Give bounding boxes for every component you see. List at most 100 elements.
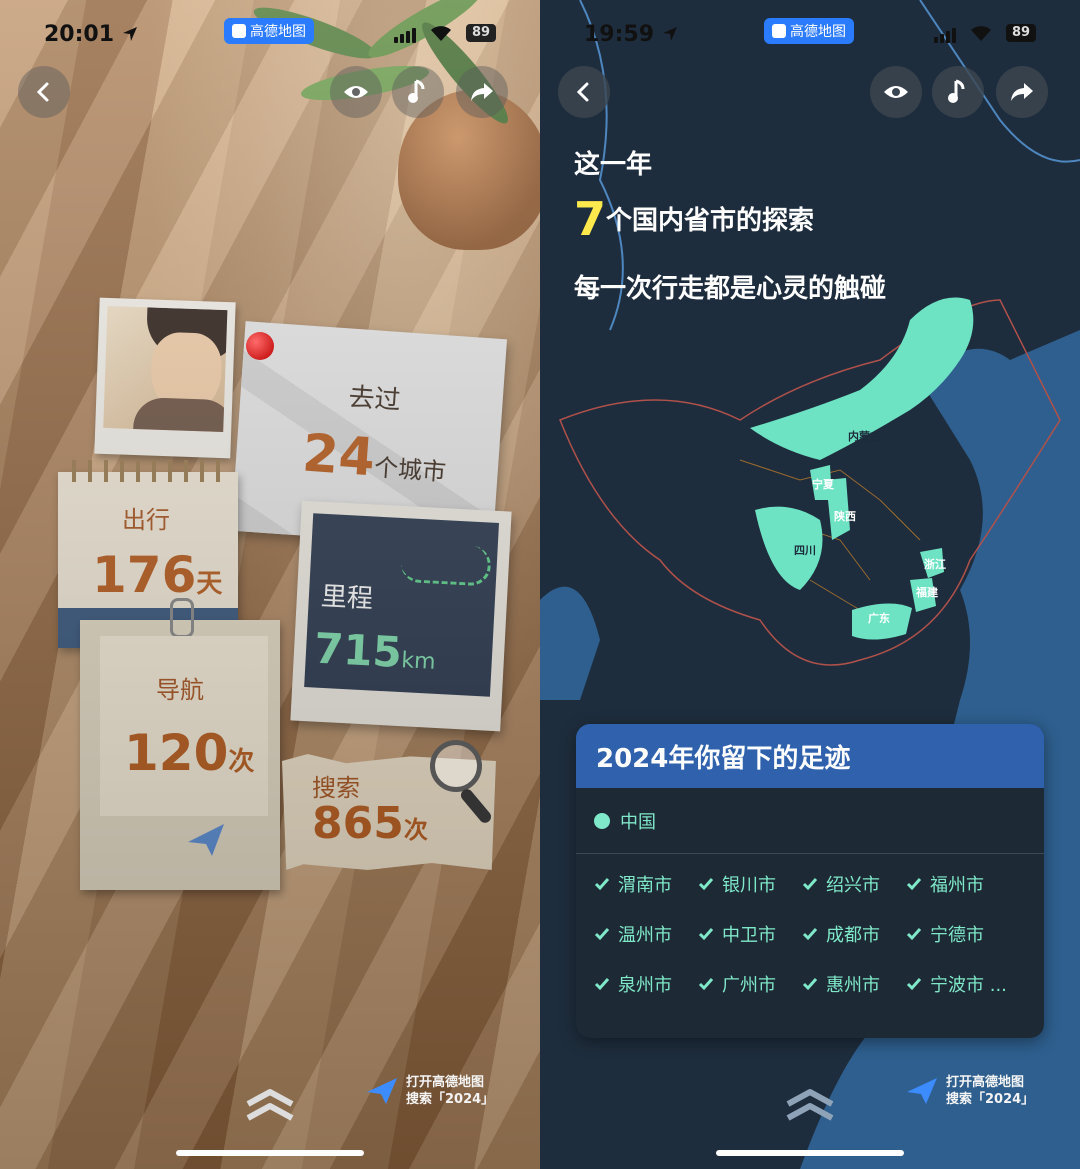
- nav-card-inner: 导航 120次: [100, 636, 268, 816]
- mileage-map: 里程 715km: [304, 513, 500, 697]
- map-label-zhejiang: 浙江: [924, 558, 946, 571]
- check-icon: [906, 978, 922, 991]
- swipe-up-icon[interactable]: [244, 1086, 296, 1122]
- mileage-unit: km: [400, 648, 437, 675]
- share-icon: [1011, 83, 1033, 101]
- city-item[interactable]: 宁波市 ...: [906, 968, 1010, 1000]
- check-icon: [594, 878, 610, 891]
- back-to-app-pill[interactable]: 高德地图: [764, 18, 854, 44]
- city-item: 中卫市: [698, 918, 802, 950]
- city-name: 银川市: [722, 875, 776, 896]
- share-button[interactable]: [456, 66, 508, 118]
- city-item: 广州市: [698, 968, 802, 1000]
- promo-line2: 搜索「2024」: [406, 1092, 495, 1107]
- back-to-app-pill[interactable]: 高德地图: [224, 18, 314, 44]
- status-bar: 19:59 高德地图 89: [540, 18, 1080, 54]
- footprint-country: 中国: [620, 811, 656, 833]
- promo-line2: 搜索「2024」: [946, 1092, 1035, 1107]
- mileage-label: 里程: [320, 581, 374, 615]
- headline-tagline: 每一次行走都是心灵的触碰: [574, 274, 887, 304]
- trip-value-line: 176天: [92, 546, 222, 604]
- app-pill-label: 高德地图: [250, 24, 306, 40]
- footprint-title: 2024年你留下的足迹: [596, 743, 851, 774]
- nav-unit: 次: [228, 747, 255, 777]
- share-icon: [471, 83, 493, 101]
- city-list: 渭南市 银川市 绍兴市 福州市 温州市 中卫市 成都市 宁德市 泉州市 广州市 …: [576, 854, 1044, 1000]
- headline-provinces-text: 个国内省市的探索: [606, 206, 815, 236]
- city-name: 成都市: [826, 925, 880, 946]
- app-pill-label: 高德地图: [790, 24, 846, 40]
- visited-label: 去过: [347, 382, 402, 417]
- city-item: 宁德市: [906, 918, 1010, 950]
- home-indicator[interactable]: [716, 1150, 904, 1156]
- check-icon: [906, 878, 922, 891]
- back-button[interactable]: [18, 66, 70, 118]
- globe-icon: [594, 812, 610, 829]
- avatar: [103, 305, 228, 433]
- back-button[interactable]: [558, 66, 610, 118]
- promo-line1: 打开高德地图: [406, 1075, 485, 1090]
- check-icon: [802, 928, 818, 941]
- city-item: 惠州市: [802, 968, 906, 1000]
- check-icon: [698, 978, 714, 991]
- left-screen: 20:01 高德地图 89 去过 24个城市 出行 176天 导航 120次 里…: [0, 0, 540, 1169]
- back-icon: [576, 82, 589, 102]
- footprint-card: 2024年你留下的足迹 中国 渭南市 银川市 绍兴市 福州市 温州市 中卫市 成…: [576, 724, 1044, 1038]
- navigation-count-card: 导航 120次: [80, 598, 280, 890]
- location-arrow-icon: [662, 27, 677, 41]
- city-name: 泉州市: [618, 975, 672, 996]
- nav-value-line: 120次: [124, 724, 254, 782]
- city-name: 惠州市: [826, 975, 880, 996]
- city-item: 渭南市: [594, 868, 698, 900]
- view-toggle-button[interactable]: [330, 66, 382, 118]
- check-icon: [802, 878, 818, 891]
- paper-plane-icon: [907, 1078, 937, 1104]
- back-icon: [36, 82, 49, 102]
- route-line: [399, 541, 492, 587]
- battery-indicator: 89: [466, 24, 496, 42]
- city-item: 泉州市: [594, 968, 698, 1000]
- visited-value-line: 24个城市: [300, 423, 448, 493]
- wifi-icon: [431, 26, 451, 41]
- footprint-country-row: 中国: [576, 788, 1044, 854]
- check-icon: [698, 928, 714, 941]
- paper-plane-icon: [367, 1078, 397, 1104]
- promo-text: 打开高德地图 搜索「2024」: [406, 1074, 494, 1108]
- visited-value: 24: [300, 423, 377, 489]
- location-arrow-icon: [122, 27, 137, 41]
- share-button[interactable]: [996, 66, 1048, 118]
- music-icon: [408, 79, 425, 103]
- swipe-up-icon[interactable]: [784, 1086, 836, 1122]
- wifi-icon: [971, 26, 991, 41]
- map-label-shaanxi: 陕西: [834, 510, 856, 523]
- trip-unit: 天: [196, 569, 223, 599]
- pushpin-icon: [246, 332, 274, 360]
- headline-year: 这一年: [574, 150, 653, 180]
- check-icon: [802, 978, 818, 991]
- mileage-card: 里程 715km: [290, 500, 512, 732]
- eye-icon: [884, 86, 908, 98]
- map-label-neimenggu: 内蒙古: [848, 430, 881, 443]
- trip-label: 出行: [122, 506, 170, 534]
- magnifier-icon: [430, 740, 482, 792]
- city-item: 温州市: [594, 918, 698, 950]
- trip-value: 176: [92, 546, 197, 604]
- amap-search-promo[interactable]: 打开高德地图 搜索「2024」: [366, 1074, 494, 1108]
- search-value-line: 865次: [312, 798, 428, 849]
- music-button[interactable]: [932, 66, 984, 118]
- home-indicator[interactable]: [176, 1150, 364, 1156]
- status-time: 19:59: [584, 22, 678, 47]
- status-time: 20:01: [44, 22, 138, 47]
- check-icon: [906, 928, 922, 941]
- search-value: 865: [312, 798, 404, 849]
- status-bar: 20:01 高德地图 89: [0, 18, 540, 54]
- view-toggle-button[interactable]: [870, 66, 922, 118]
- promo-text: 打开高德地图 搜索「2024」: [946, 1074, 1034, 1108]
- music-button[interactable]: [392, 66, 444, 118]
- paper-plane-icon: [188, 824, 224, 856]
- footprint-header: 2024年你留下的足迹: [576, 724, 1044, 788]
- city-name: 宁波市 ...: [930, 975, 1007, 996]
- map-label-guangdong: 广东: [868, 612, 890, 625]
- eye-icon: [344, 86, 368, 98]
- amap-search-promo[interactable]: 打开高德地图 搜索「2024」: [906, 1074, 1034, 1108]
